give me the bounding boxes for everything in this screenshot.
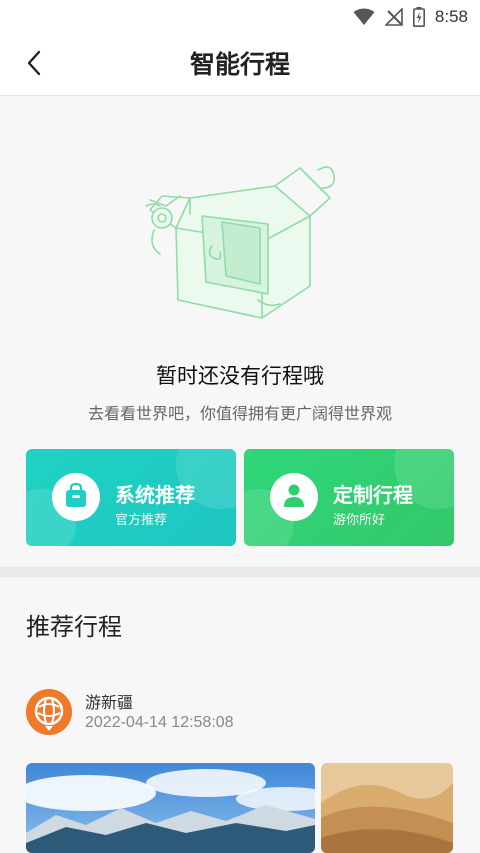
no-signal-icon bbox=[384, 8, 403, 26]
post-username[interactable]: 游新疆 bbox=[85, 689, 133, 713]
card-title: 定制行程 bbox=[333, 483, 413, 507]
avatar[interactable] bbox=[26, 689, 72, 735]
recommend-section: 推荐行程 游新疆 2022-04-14 12:58:08 bbox=[0, 577, 480, 853]
system-recommend-card[interactable]: 系统推荐 官方推荐 bbox=[26, 449, 236, 546]
battery-charging-icon bbox=[412, 7, 425, 27]
card-icon-circle bbox=[270, 473, 318, 521]
section-title: 推荐行程 bbox=[26, 613, 122, 641]
post-timestamp: 2022-04-14 12:58:08 bbox=[85, 714, 234, 731]
action-cards: 系统推荐 官方推荐 定制行程 游你所好 bbox=[0, 449, 480, 567]
mountain-landscape-photo[interactable] bbox=[26, 763, 315, 853]
card-icon-circle bbox=[52, 473, 100, 521]
card-title: 系统推荐 bbox=[115, 483, 195, 507]
bag-icon bbox=[64, 482, 88, 512]
status-time: 8:58 bbox=[434, 7, 468, 26]
desert-dunes-photo[interactable] bbox=[321, 763, 453, 853]
empty-title: 暂时还没有行程哦 bbox=[156, 364, 324, 388]
section-divider bbox=[0, 567, 480, 577]
custom-trip-card[interactable]: 定制行程 游你所好 bbox=[244, 449, 454, 546]
empty-state: 暂时还没有行程哦 去看看世界吧，你值得拥有更广阔得世界观 bbox=[0, 96, 480, 448]
nav-bar: 智能行程 bbox=[0, 34, 480, 96]
status-bar: 8:58 bbox=[0, 0, 480, 34]
wifi-icon bbox=[353, 8, 375, 26]
card-subtitle: 官方推荐 bbox=[115, 513, 168, 528]
page-title: 智能行程 bbox=[189, 50, 290, 79]
person-icon bbox=[282, 482, 306, 512]
empty-subtitle: 去看看世界吧，你值得拥有更广阔得世界观 bbox=[87, 404, 392, 423]
empty-box-illustration bbox=[140, 158, 340, 334]
card-subtitle: 游你所好 bbox=[333, 513, 386, 528]
